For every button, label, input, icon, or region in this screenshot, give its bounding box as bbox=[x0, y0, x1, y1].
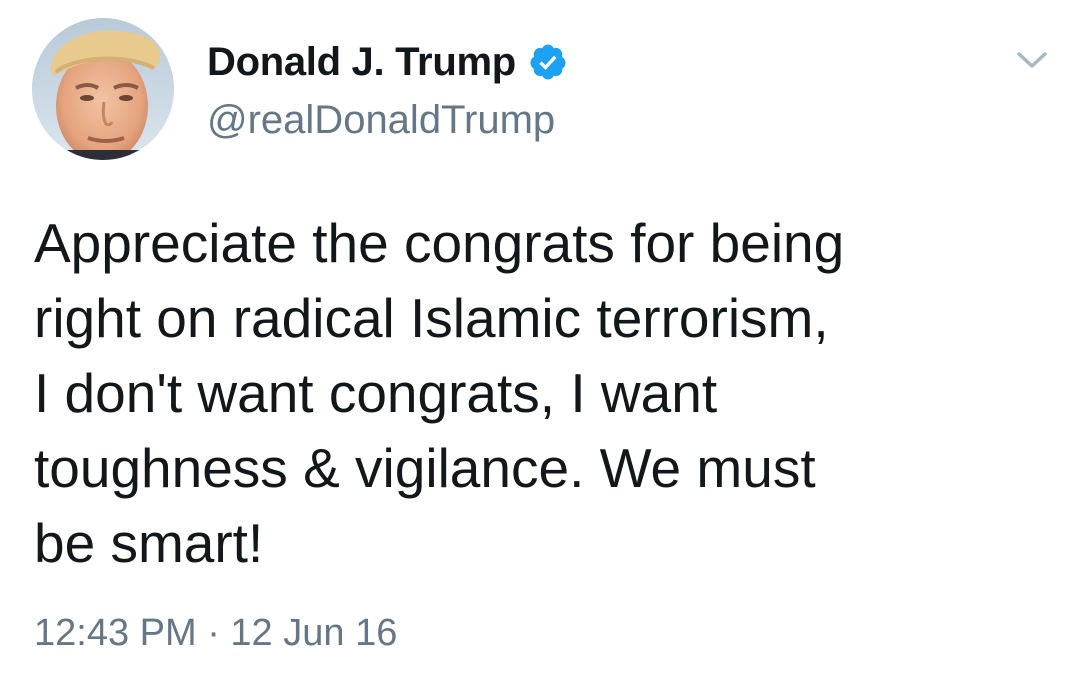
verified-badge-icon bbox=[528, 42, 568, 82]
tweet-timestamp[interactable]: 12:43 PM · 12 Jun 16 bbox=[34, 612, 397, 655]
tweet-text-line: Appreciate the congrats for being bbox=[34, 212, 845, 274]
tweet-text-line: right on radical Islamic terrorism, bbox=[34, 287, 829, 349]
tweet-card: Donald J. Trump @realDonaldTrump Appreci… bbox=[0, 0, 1076, 687]
display-name[interactable]: Donald J. Trump bbox=[207, 40, 516, 85]
user-name-row[interactable]: Donald J. Trump bbox=[207, 38, 568, 86]
avatar[interactable] bbox=[32, 18, 174, 160]
tweet-text-line: I don't want congrats, I want bbox=[34, 362, 718, 424]
profile-photo-icon bbox=[32, 18, 174, 160]
tweet-text-line: toughness & vigilance. We must bbox=[34, 437, 816, 499]
tweet-text-line: be smart! bbox=[34, 512, 264, 574]
tweet-text: Appreciate the congrats for being right … bbox=[34, 206, 1034, 581]
chevron-down-icon[interactable] bbox=[1012, 42, 1052, 78]
user-handle[interactable]: @realDonaldTrump bbox=[207, 98, 555, 143]
